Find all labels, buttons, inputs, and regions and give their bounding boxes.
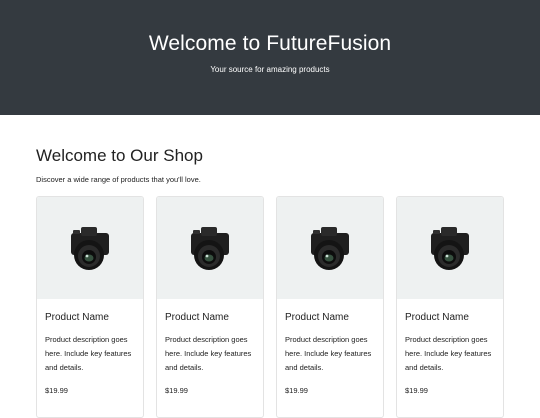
camera-icon	[71, 227, 109, 270]
product-card[interactable]: Product Name Product description goes he…	[156, 196, 264, 418]
shop-title: Welcome to Our Shop	[36, 146, 203, 165]
product-price: $19.99	[405, 386, 428, 395]
product-card[interactable]: Product Name Product description goes he…	[276, 196, 384, 418]
product-name[interactable]: Product Name	[285, 312, 349, 323]
product-price: $19.99	[285, 386, 308, 395]
product-card[interactable]: Product Name Product description goes he…	[396, 196, 504, 418]
product-description: Product description goes here. Include k…	[405, 335, 492, 372]
product-image[interactable]	[277, 197, 383, 299]
product-image[interactable]	[157, 197, 263, 299]
hero-subtitle: Your source for amazing products	[210, 65, 330, 74]
product-description: Product description goes here. Include k…	[165, 335, 252, 372]
shop-subtitle: Discover a wide range of products that y…	[36, 175, 201, 184]
product-description: Product description goes here. Include k…	[45, 335, 132, 372]
product-card[interactable]: Product Name Product description goes he…	[36, 196, 144, 418]
product-price: $19.99	[165, 386, 188, 395]
product-description: Product description goes here. Include k…	[285, 335, 372, 372]
camera-icon	[431, 227, 469, 270]
camera-icon	[191, 227, 229, 270]
hero-title: Welcome to FutureFusion	[148, 32, 392, 55]
product-name[interactable]: Product Name	[165, 312, 229, 323]
hero-banner: Welcome to FutureFusion Your source for …	[0, 0, 540, 115]
product-name[interactable]: Product Name	[405, 312, 469, 323]
product-image[interactable]	[397, 197, 503, 299]
product-image[interactable]	[37, 197, 143, 299]
product-name[interactable]: Product Name	[45, 312, 109, 323]
camera-icon	[311, 227, 349, 270]
product-price: $19.99	[45, 386, 68, 395]
